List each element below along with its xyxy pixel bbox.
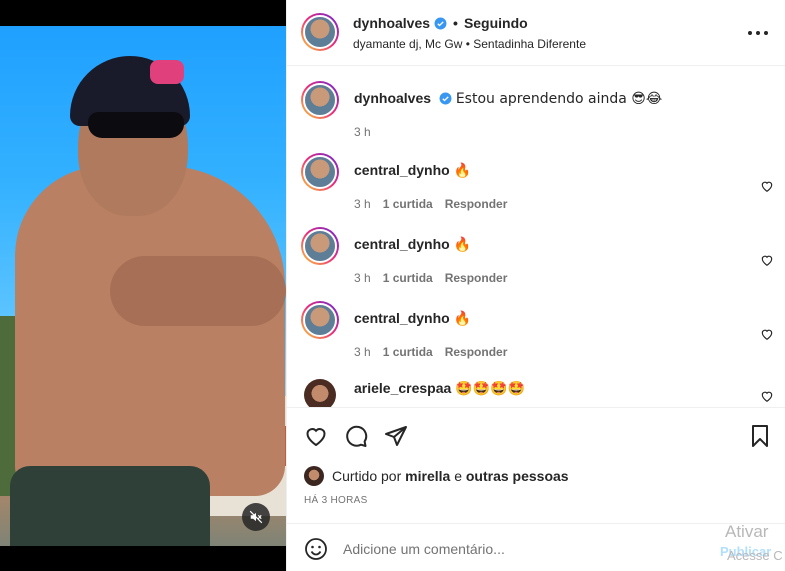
comment-time: 3 h [354, 345, 371, 359]
heart-icon[interactable] [760, 327, 774, 341]
video-person-torso [15, 166, 285, 496]
bookmark-icon[interactable] [748, 424, 772, 448]
more-dot [756, 31, 760, 35]
heart-icon[interactable] [760, 179, 774, 193]
verified-badge-icon [434, 17, 447, 29]
caption-username[interactable]: dynhoalves [354, 90, 431, 106]
more-dot [764, 31, 768, 35]
liked-by-conjunction: e [454, 468, 462, 484]
comment-body: 🔥 [453, 237, 472, 253]
following-button[interactable]: Seguindo [464, 15, 528, 31]
author-avatar[interactable] [301, 13, 339, 51]
post-actions: Curtido por mirella e outras pessoas HÁ … [287, 407, 785, 523]
media-letterbox-bottom [0, 546, 286, 571]
post-timestamp[interactable]: HÁ 3 HORAS [304, 495, 368, 506]
verified-badge-icon [439, 92, 452, 105]
caption-text: dynhoalves Estou aprendendo ainda 😎😂 [354, 90, 662, 107]
audio-credit[interactable]: dyamante dj, Mc Gw • Sentadinha Diferent… [353, 37, 586, 51]
liked-by-prefix: Curtido por [332, 468, 402, 484]
liked-by-user[interactable]: mirella [405, 468, 450, 484]
comment-likes[interactable]: 1 curtida [383, 345, 433, 359]
activation-watermark-sub: Acesse C [727, 548, 783, 563]
comment-likes[interactable]: 1 curtida [383, 271, 433, 285]
share-icon[interactable] [384, 424, 408, 448]
separator-dot: • [453, 15, 458, 31]
activation-watermark: Ativar [725, 522, 769, 541]
heart-icon[interactable] [760, 253, 774, 267]
comments-list[interactable]: dynhoalves Estou aprendendo ainda 😎😂 3 h… [287, 67, 785, 407]
comment-text: ariele_crespaa 🤩🤩🤩🤩 [354, 380, 525, 397]
comment-username[interactable]: central_dynho [354, 236, 450, 252]
video-person-sunglasses [88, 112, 184, 138]
author-avatar[interactable] [301, 81, 339, 119]
comment-time: 3 h [354, 197, 371, 211]
liked-by: Curtido por mirella e outras pessoas [304, 466, 569, 486]
comment-text: central_dynho 🔥 [354, 162, 471, 179]
reply-button[interactable]: Responder [445, 271, 508, 285]
comment-meta: 3 h 1 curtida Responder [354, 345, 507, 359]
comment-body: 🤩🤩🤩🤩 [455, 381, 525, 397]
liker-avatar[interactable] [304, 466, 324, 486]
author-row: dynhoalves • Seguindo [353, 15, 528, 31]
muted-speaker-icon [249, 510, 263, 524]
post-side-panel: dynhoalves • Seguindo dyamante dj, Mc Gw… [286, 0, 785, 571]
post-media[interactable] [0, 0, 286, 571]
caption-meta: 3 h [354, 125, 371, 139]
reply-button[interactable]: Responder [445, 345, 508, 359]
comment-text: central_dynho 🔥 [354, 310, 471, 327]
emoji-icon[interactable] [304, 537, 328, 561]
comment-meta: 3 h 1 curtida Responder [354, 271, 507, 285]
comment-input[interactable] [343, 538, 703, 560]
video-frame[interactable] [0, 26, 286, 546]
comment-body: 🔥 [453, 163, 472, 179]
mute-button[interactable] [242, 503, 270, 531]
comment-username[interactable]: central_dynho [354, 310, 450, 326]
post-header: dynhoalves • Seguindo dyamante dj, Mc Gw… [287, 0, 785, 66]
reply-button[interactable]: Responder [445, 197, 508, 211]
video-person-arm [110, 256, 286, 326]
media-letterbox-top [0, 0, 286, 26]
comment-time: 3 h [354, 271, 371, 285]
commenter-avatar[interactable] [301, 153, 339, 191]
comment-text: central_dynho 🔥 [354, 236, 471, 253]
more-dot [748, 31, 752, 35]
liked-by-others[interactable]: outras pessoas [466, 468, 569, 484]
comment-meta: 3 h 1 curtida Responder [354, 197, 507, 211]
commenter-avatar[interactable] [304, 379, 336, 407]
author-username[interactable]: dynhoalves [353, 15, 430, 31]
comment-icon[interactable] [344, 424, 368, 448]
heart-icon[interactable] [760, 389, 774, 403]
caption-time: 3 h [354, 125, 371, 139]
comment-username[interactable]: ariele_crespaa [354, 380, 451, 396]
comment-body: 🔥 [453, 311, 472, 327]
comment-username[interactable]: central_dynho [354, 162, 450, 178]
caption-body: Estou aprendendo ainda 😎😂 [455, 91, 663, 107]
comment-likes[interactable]: 1 curtida [383, 197, 433, 211]
video-cap-band [150, 60, 184, 84]
add-comment-bar: Publicar [287, 523, 785, 571]
commenter-avatar[interactable] [301, 301, 339, 339]
more-options-button[interactable] [748, 24, 768, 42]
heart-icon[interactable] [304, 424, 328, 448]
commenter-avatar[interactable] [301, 227, 339, 265]
video-person-shorts [10, 466, 210, 546]
